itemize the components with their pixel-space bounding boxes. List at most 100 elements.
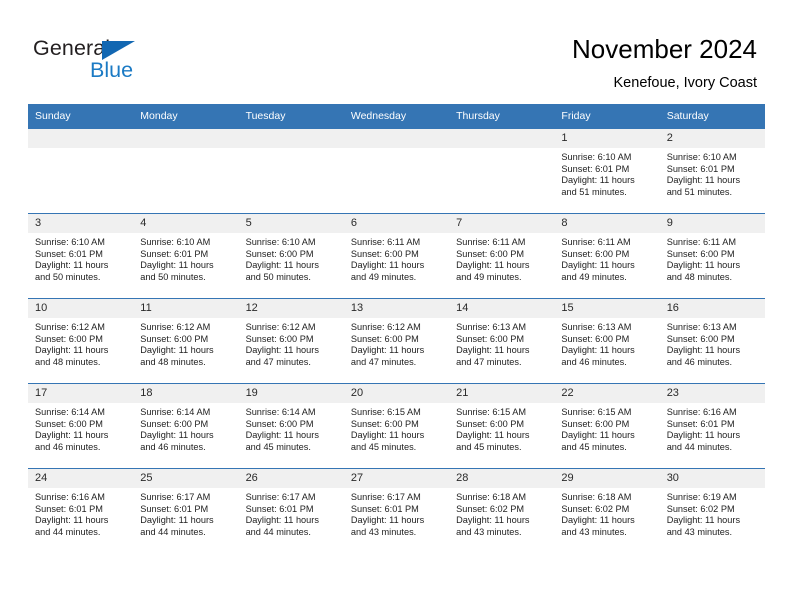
- calendar-day-cell[interactable]: 11 Sunrise: 6:12 AM Sunset: 6:00 PM Dayligh…: [133, 298, 239, 384]
- day-number: 13: [343, 299, 450, 318]
- day-number: 22: [554, 384, 660, 403]
- day-sunset-text: Sunset: 6:00 PM: [561, 418, 630, 429]
- calendar-day-cell[interactable]: 13 Sunrise: 6:12 AM Sunset: 6:00 PM Dayligh…: [343, 298, 450, 384]
- weekday-header-thursday: Thursday: [449, 104, 555, 129]
- calendar-day-cell[interactable]: 10 Sunrise: 6:12 AM Sunset: 6:00 PM Dayligh…: [28, 298, 134, 384]
- day-details: Sunrise: 6:10 AM Sunset: 6:01 PM Daylight:…: [660, 148, 765, 198]
- day-number: 10: [28, 299, 134, 318]
- day-daylight1-text: Daylight: 11 hours: [350, 345, 425, 356]
- day-number: 24: [28, 469, 134, 488]
- day-sunrise-text: Sunrise: 6:14 AM: [140, 407, 211, 417]
- day-number: 4: [133, 214, 239, 233]
- calendar-day-cell-empty: [133, 128, 239, 214]
- day-sunset-text: Sunset: 6:01 PM: [666, 418, 735, 429]
- day-daylight2-text: and 48 minutes.: [666, 271, 733, 282]
- day-daylight1-text: Daylight: 11 hours: [456, 260, 530, 271]
- day-sunset-text: Sunset: 6:01 PM: [561, 163, 630, 174]
- day-sunset-text: Sunset: 6:01 PM: [666, 163, 735, 174]
- calendar-day-cell[interactable]: 16 Sunrise: 6:13 AM Sunset: 6:00 PM Dayligh…: [659, 298, 765, 384]
- calendar-day-cell[interactable]: 18 Sunrise: 6:14 AM Sunset: 6:00 PM Dayligh…: [133, 383, 239, 469]
- day-daylight2-text: and 50 minutes.: [140, 271, 206, 282]
- weekday-header-tuesday: Tuesday: [238, 104, 344, 129]
- calendar-day-cell[interactable]: 5 Sunrise: 6:10 AM Sunset: 6:00 PM Daylight…: [238, 213, 344, 299]
- calendar-day-cell[interactable]: 4 Sunrise: 6:10 AM Sunset: 6:01 PM Daylight…: [133, 213, 239, 299]
- day-daylight1-text: Daylight: 11 hours: [140, 345, 214, 356]
- day-sunrise-text: Sunrise: 6:15 AM: [561, 407, 632, 417]
- day-daylight2-text: and 48 minutes.: [35, 356, 101, 367]
- weekday-header-sunday: Sunday: [28, 104, 134, 129]
- day-daylight2-text: and 44 minutes.: [666, 441, 733, 452]
- day-daylight2-text: and 45 minutes.: [350, 441, 417, 452]
- calendar-day-cell[interactable]: 24 Sunrise: 6:16 AM Sunset: 6:01 PM Dayligh…: [28, 468, 134, 553]
- day-daylight1-text: Daylight: 11 hours: [245, 430, 319, 441]
- day-sunrise-text: Sunrise: 6:17 AM: [140, 492, 211, 502]
- calendar-day-cell[interactable]: 9 Sunrise: 6:11 AM Sunset: 6:00 PM Daylight…: [659, 213, 765, 299]
- day-daylight2-text: and 45 minutes.: [245, 441, 311, 452]
- calendar-day-cell[interactable]: 3 Sunrise: 6:10 AM Sunset: 6:01 PM Daylight…: [28, 213, 134, 299]
- calendar-day-cell[interactable]: 27 Sunrise: 6:17 AM Sunset: 6:01 PM Dayligh…: [343, 468, 450, 553]
- day-sunrise-text: Sunrise: 6:17 AM: [350, 492, 421, 502]
- calendar-day-cell[interactable]: 14 Sunrise: 6:13 AM Sunset: 6:00 PM Dayligh…: [449, 298, 555, 384]
- day-details: Sunrise: 6:18 AM Sunset: 6:02 PM Daylight:…: [449, 488, 554, 538]
- calendar-day-cell[interactable]: 15 Sunrise: 6:13 AM Sunset: 6:00 PM Dayligh…: [554, 298, 660, 384]
- day-details: Sunrise: 6:11 AM Sunset: 6:00 PM Daylight:…: [660, 233, 765, 283]
- day-daylight2-text: and 45 minutes.: [561, 441, 627, 452]
- calendar-day-cell[interactable]: 20 Sunrise: 6:15 AM Sunset: 6:00 PM Dayligh…: [343, 383, 450, 469]
- day-number: 16: [659, 299, 765, 318]
- day-daylight1-text: Daylight: 11 hours: [245, 345, 319, 356]
- calendar-day-cell[interactable]: 17 Sunrise: 6:14 AM Sunset: 6:00 PM Dayligh…: [28, 383, 134, 469]
- day-number: 1: [554, 129, 660, 148]
- title-block: November 2024 Kenefoue, Ivory Coast: [572, 34, 757, 93]
- calendar-day-cell[interactable]: 26 Sunrise: 6:17 AM Sunset: 6:01 PM Dayligh…: [238, 468, 344, 553]
- day-daylight2-text: and 46 minutes.: [140, 441, 206, 452]
- day-number: 11: [133, 299, 239, 318]
- calendar-day-cell[interactable]: 19 Sunrise: 6:14 AM Sunset: 6:00 PM Dayligh…: [238, 383, 344, 469]
- calendar-day-cell-empty: [238, 128, 344, 214]
- day-daylight2-text: and 51 minutes.: [561, 186, 627, 197]
- calendar-day-cell[interactable]: 6 Sunrise: 6:11 AM Sunset: 6:00 PM Daylight…: [343, 213, 450, 299]
- day-daylight1-text: Daylight: 11 hours: [350, 260, 425, 271]
- calendar-week-row: 24 Sunrise: 6:16 AM Sunset: 6:01 PM Dayligh…: [28, 468, 765, 553]
- day-details: Sunrise: 6:16 AM Sunset: 6:01 PM Daylight:…: [660, 403, 765, 453]
- calendar-day-cell[interactable]: 28 Sunrise: 6:18 AM Sunset: 6:02 PM Dayligh…: [449, 468, 555, 553]
- day-number: 17: [28, 384, 134, 403]
- day-details: Sunrise: 6:11 AM Sunset: 6:00 PM Daylight:…: [554, 233, 659, 283]
- day-details: Sunrise: 6:13 AM Sunset: 6:00 PM Daylight:…: [449, 318, 554, 368]
- day-number: 9: [659, 214, 765, 233]
- calendar-day-cell[interactable]: 30 Sunrise: 6:19 AM Sunset: 6:02 PM Dayligh…: [659, 468, 765, 553]
- day-sunset-text: Sunset: 6:00 PM: [456, 418, 525, 429]
- calendar-day-cell[interactable]: 29 Sunrise: 6:18 AM Sunset: 6:02 PM Dayligh…: [554, 468, 660, 553]
- day-sunset-text: Sunset: 6:00 PM: [35, 333, 103, 344]
- day-sunset-text: Sunset: 6:01 PM: [35, 503, 103, 514]
- day-number: 15: [554, 299, 660, 318]
- calendar-day-cell[interactable]: 25 Sunrise: 6:17 AM Sunset: 6:01 PM Dayligh…: [133, 468, 239, 553]
- calendar-day-cell[interactable]: 12 Sunrise: 6:12 AM Sunset: 6:00 PM Dayligh…: [238, 298, 344, 384]
- calendar-day-cell[interactable]: 1 Sunrise: 6:10 AM Sunset: 6:01 PM Daylight…: [554, 128, 660, 214]
- weekday-header-friday: Friday: [554, 104, 660, 129]
- calendar-day-cell[interactable]: 23 Sunrise: 6:16 AM Sunset: 6:01 PM Dayligh…: [659, 383, 765, 469]
- day-daylight2-text: and 47 minutes.: [245, 356, 311, 367]
- calendar-day-cell[interactable]: 2 Sunrise: 6:10 AM Sunset: 6:01 PM Daylight…: [659, 128, 765, 214]
- day-sunset-text: Sunset: 6:01 PM: [350, 503, 419, 514]
- day-daylight1-text: Daylight: 11 hours: [666, 260, 741, 271]
- day-daylight1-text: Daylight: 11 hours: [140, 260, 214, 271]
- day-sunrise-text: Sunrise: 6:10 AM: [561, 152, 632, 162]
- day-daylight2-text: and 48 minutes.: [140, 356, 206, 367]
- calendar-day-cell[interactable]: 22 Sunrise: 6:15 AM Sunset: 6:00 PM Dayligh…: [554, 383, 660, 469]
- day-number: 19: [238, 384, 344, 403]
- day-sunrise-text: Sunrise: 6:10 AM: [35, 237, 105, 247]
- day-sunset-text: Sunset: 6:00 PM: [35, 418, 103, 429]
- calendar-day-cell[interactable]: 8 Sunrise: 6:11 AM Sunset: 6:00 PM Daylight…: [554, 213, 660, 299]
- day-number: 5: [238, 214, 344, 233]
- day-details: Sunrise: 6:13 AM Sunset: 6:00 PM Daylight:…: [554, 318, 659, 368]
- day-sunrise-text: Sunrise: 6:15 AM: [456, 407, 527, 417]
- general-blue-logo[interactable]: General Blue: [33, 36, 213, 88]
- day-number: 20: [343, 384, 450, 403]
- page-title: November 2024: [572, 34, 757, 64]
- calendar-day-cell[interactable]: 21 Sunrise: 6:15 AM Sunset: 6:00 PM Dayligh…: [449, 383, 555, 469]
- day-daylight1-text: Daylight: 11 hours: [666, 515, 741, 526]
- calendar-day-cell[interactable]: 7 Sunrise: 6:11 AM Sunset: 6:00 PM Daylight…: [449, 213, 555, 299]
- day-details: Sunrise: 6:11 AM Sunset: 6:00 PM Daylight:…: [449, 233, 554, 283]
- page-subtitle: Kenefoue, Ivory Coast: [613, 75, 757, 91]
- day-details: Sunrise: 6:19 AM Sunset: 6:02 PM Daylight:…: [660, 488, 765, 538]
